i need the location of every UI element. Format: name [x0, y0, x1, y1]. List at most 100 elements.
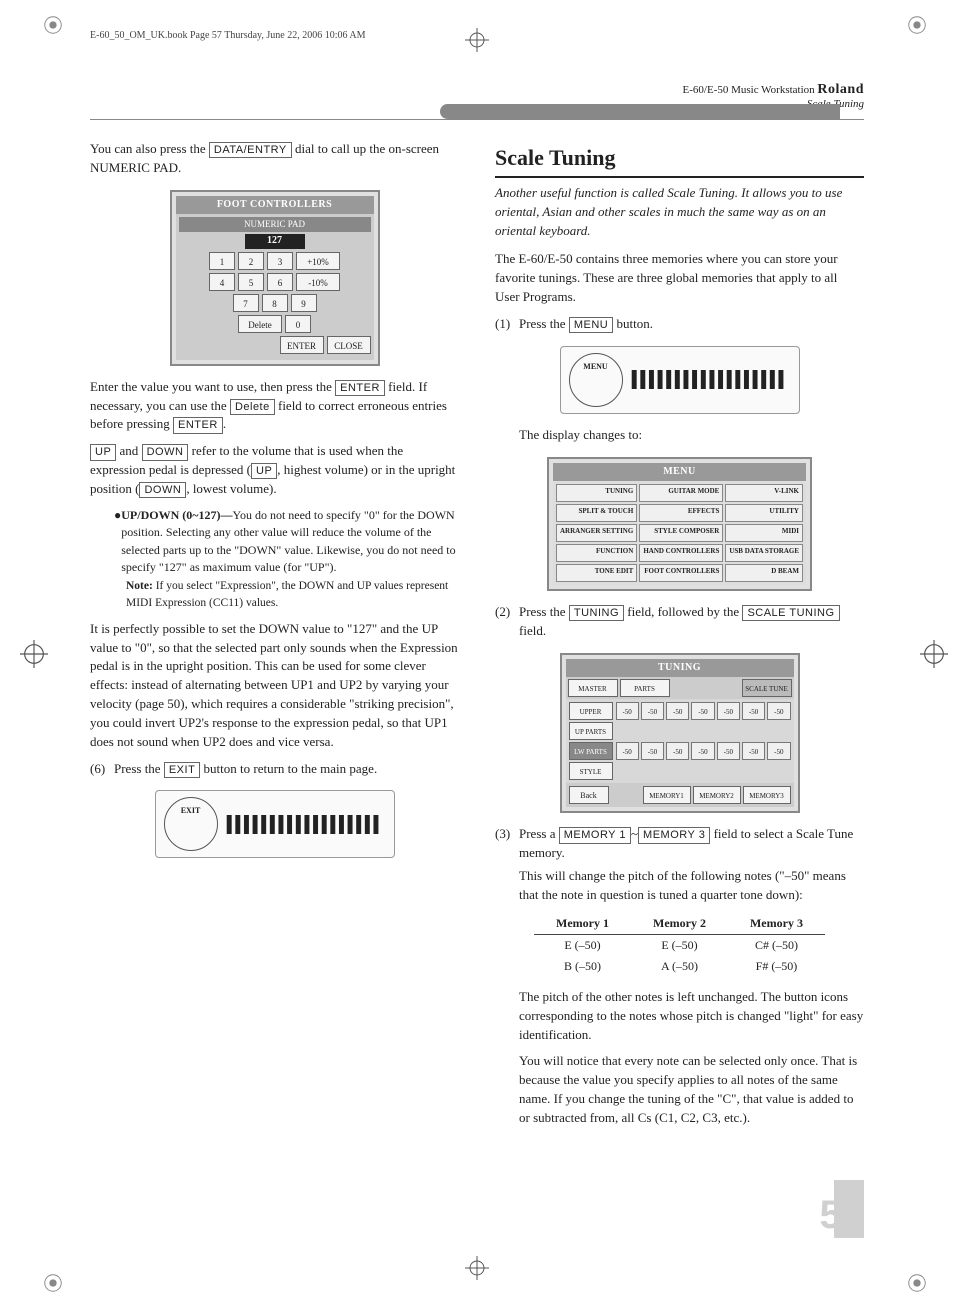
- numpad-7[interactable]: 7: [233, 294, 259, 312]
- menu-item[interactable]: SPLIT & TOUCH: [556, 504, 637, 522]
- menu-item[interactable]: FOOT CONTROLLERS: [639, 564, 723, 582]
- menu-item[interactable]: STYLE COMPOSER: [639, 524, 723, 542]
- crop-mark-bottom: [465, 1256, 489, 1280]
- tuning-tab-master[interactable]: MASTER: [568, 679, 618, 697]
- numpad-6[interactable]: 6: [267, 273, 293, 291]
- right-column: Scale Tuning Another useful function is …: [495, 140, 864, 1136]
- tuning-note-button[interactable]: -50: [717, 702, 740, 720]
- right-p-after2: You will notice that every note can be s…: [519, 1052, 864, 1127]
- note-body: If you select "Expression", the DOWN and…: [126, 580, 448, 609]
- menu-item[interactable]: GUITAR MODE: [639, 484, 723, 502]
- table-cell: B (–50): [534, 956, 631, 977]
- bullet-updown: ● UP/DOWN (0~127)—You do not need to spe…: [114, 507, 459, 577]
- menu-item[interactable]: TUNING: [556, 484, 637, 502]
- crop-mark-left: [20, 640, 48, 668]
- menu-screen-title: MENU: [553, 463, 806, 482]
- tuning-tab-scale[interactable]: SCALE TUNE: [742, 679, 792, 697]
- tuning-note-button[interactable]: -50: [616, 742, 639, 760]
- down-key-2: DOWN: [139, 482, 186, 498]
- menu-item[interactable]: MIDI: [725, 524, 803, 542]
- tuning-memory2[interactable]: MEMORY2: [693, 786, 741, 804]
- table-header: Memory 1: [534, 913, 631, 935]
- tuning-key: TUNING: [569, 605, 624, 621]
- table-cell: C# (–50): [728, 935, 825, 957]
- tuning-tab-parts[interactable]: PARTS: [620, 679, 670, 697]
- menu-item[interactable]: ARRANGER SETTING: [556, 524, 637, 542]
- tuning-side-upper[interactable]: UPPER: [569, 702, 613, 720]
- tuning-side-upparts[interactable]: UP PARTS: [569, 722, 613, 740]
- tuning-note-button[interactable]: -50: [767, 742, 790, 760]
- exit-button-figure: EXIT ▌▌▌▌▌▌▌▌▌▌▌▌▌▌▌▌▌▌: [90, 790, 459, 858]
- numpad-2[interactable]: 2: [238, 252, 264, 270]
- tuning-note-button[interactable]: -50: [641, 702, 664, 720]
- exit-key: EXIT: [164, 762, 200, 778]
- tuning-note-button[interactable]: -50: [666, 702, 689, 720]
- tuning-note-button[interactable]: -50: [717, 742, 740, 760]
- step-2-number: (2): [495, 603, 519, 641]
- tuning-memory3[interactable]: MEMORY3: [743, 786, 791, 804]
- step-6: (6) Press the EXIT button to return to t…: [90, 760, 459, 779]
- tuning-side-lwparts[interactable]: LW PARTS: [569, 742, 613, 760]
- menu-item[interactable]: EFFECTS: [639, 504, 723, 522]
- numpad-value: 127: [245, 234, 305, 249]
- numpad-5[interactable]: 5: [238, 273, 264, 291]
- numpad-delete[interactable]: Delete: [238, 315, 282, 333]
- numpad-1[interactable]: 1: [209, 252, 235, 270]
- text: field, followed by the: [624, 604, 742, 619]
- right-p1: The E-60/E-50 contains three memories wh…: [495, 250, 864, 307]
- numpad-4[interactable]: 4: [209, 273, 235, 291]
- table-header: Memory 3: [728, 913, 825, 935]
- tuning-note-button[interactable]: -50: [742, 742, 765, 760]
- text: button.: [613, 316, 653, 331]
- bullet-dot-icon: ●: [114, 507, 121, 577]
- numpad-close[interactable]: CLOSE: [327, 336, 371, 354]
- bullet-label: UP/DOWN (0~127)—: [121, 508, 232, 522]
- menu-item[interactable]: TONE EDIT: [556, 564, 637, 582]
- numpad-9[interactable]: 9: [291, 294, 317, 312]
- tuning-note-button[interactable]: -50: [641, 742, 664, 760]
- menu-button-figure: MENU ▌▌▌▌▌▌▌▌▌▌▌▌▌▌▌▌▌▌: [495, 346, 864, 414]
- menu-item[interactable]: D BEAM: [725, 564, 803, 582]
- tuning-memory1[interactable]: MEMORY1: [643, 786, 691, 804]
- step-3-number: (3): [495, 825, 519, 904]
- page-number: 57: [820, 1193, 865, 1238]
- menu-item[interactable]: UTILITY: [725, 504, 803, 522]
- table-header: Memory 2: [631, 913, 728, 935]
- numpad-0[interactable]: 0: [285, 315, 311, 333]
- menu-item[interactable]: USB DATA STORAGE: [725, 544, 803, 562]
- menu-item[interactable]: FUNCTION: [556, 544, 637, 562]
- table-cell: F# (–50): [728, 956, 825, 977]
- tuning-note-button[interactable]: -50: [691, 742, 714, 760]
- tuning-note-button[interactable]: -50: [691, 702, 714, 720]
- numpad-8[interactable]: 8: [262, 294, 288, 312]
- display-changes-text: The display changes to:: [519, 426, 864, 445]
- numpad-plus10[interactable]: +10%: [296, 252, 340, 270]
- tuning-back[interactable]: Back: [569, 786, 609, 804]
- menu-item[interactable]: HAND CONTROLLERS: [639, 544, 723, 562]
- left-p2: Enter the value you want to use, then pr…: [90, 378, 459, 435]
- product-name: E-60/E-50 Music Workstation: [683, 84, 815, 96]
- numpad-minus10[interactable]: -10%: [296, 273, 340, 291]
- tuning-note-button[interactable]: -50: [616, 702, 639, 720]
- table-cell: A (–50): [631, 956, 728, 977]
- numpad-3[interactable]: 3: [267, 252, 293, 270]
- menu-item[interactable]: V-LINK: [725, 484, 803, 502]
- tuning-note-button[interactable]: -50: [767, 702, 790, 720]
- step-3: (3) Press a MEMORY 1~MEMORY 3 field to s…: [495, 825, 864, 904]
- tuning-note-button[interactable]: -50: [666, 742, 689, 760]
- up-key-2: UP: [251, 463, 277, 479]
- tuning-side-styleparts[interactable]: STYLE PARTS: [569, 762, 613, 780]
- table-row: E (–50) E (–50) C# (–50): [534, 935, 825, 957]
- text: .: [223, 416, 226, 431]
- keyboard-icon: ▌▌▌▌▌▌▌▌▌▌▌▌▌▌▌▌▌▌: [227, 813, 382, 836]
- reg-mark-bottom-right: [906, 1272, 928, 1294]
- table-cell: E (–50): [534, 935, 631, 957]
- tuning-note-button[interactable]: -50: [742, 702, 765, 720]
- numpad-subtitle: NUMERIC PAD: [179, 217, 371, 232]
- brand-logo: Roland: [817, 82, 864, 97]
- numpad-enter[interactable]: ENTER: [280, 336, 324, 354]
- numpad-title: FOOT CONTROLLERS: [176, 196, 374, 215]
- crop-mark-top: [465, 28, 489, 52]
- text: field.: [519, 623, 546, 638]
- step-6-number: (6): [90, 760, 114, 779]
